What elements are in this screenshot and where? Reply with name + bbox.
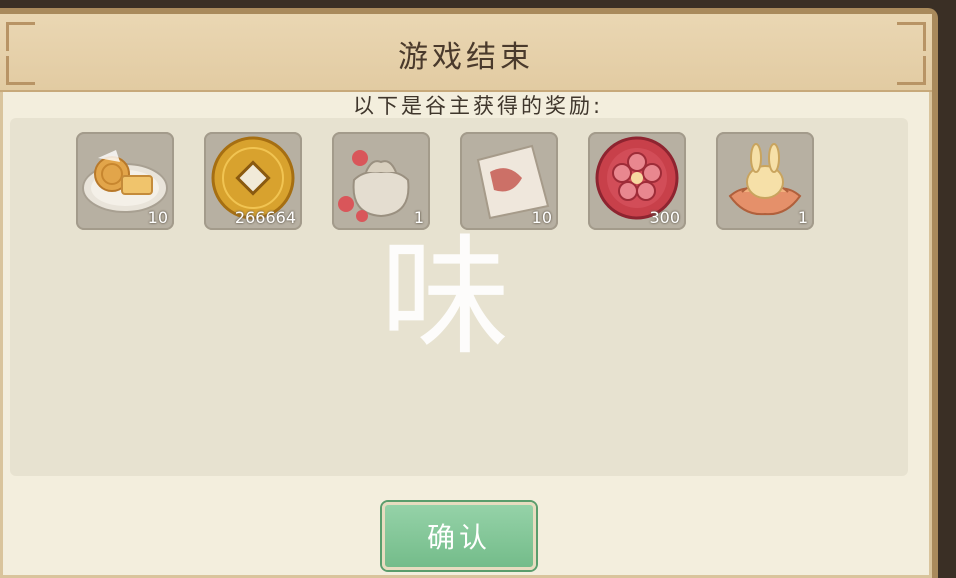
reward-list: 10 266664 1 10 300 1 [76,132,814,230]
reward-item-bag[interactable]: 1 [332,132,430,230]
watermark-text: 味 [380,221,511,373]
dialog-header: 游戏结束 [0,14,932,92]
reward-item-lotus-rabbit[interactable]: 1 [716,132,814,230]
reward-item-mooncake[interactable]: 10 [76,132,174,230]
rewards-subtitle: 以下是谷主获得的奖励: [352,94,604,118]
reward-quantity: 10 [531,208,552,227]
reward-quantity: 300 [649,208,680,227]
reward-quantity: 10 [147,208,168,227]
reward-quantity: 266664 [234,208,296,227]
confirm-button[interactable]: 确认 [382,502,536,570]
reward-item-coin[interactable]: 266664 [204,132,302,230]
reward-item-plum-token[interactable]: 300 [588,132,686,230]
reward-quantity: 1 [797,208,808,227]
reward-item-scroll[interactable]: 10 [460,132,558,230]
dialog-title: 游戏结束 [398,40,534,75]
